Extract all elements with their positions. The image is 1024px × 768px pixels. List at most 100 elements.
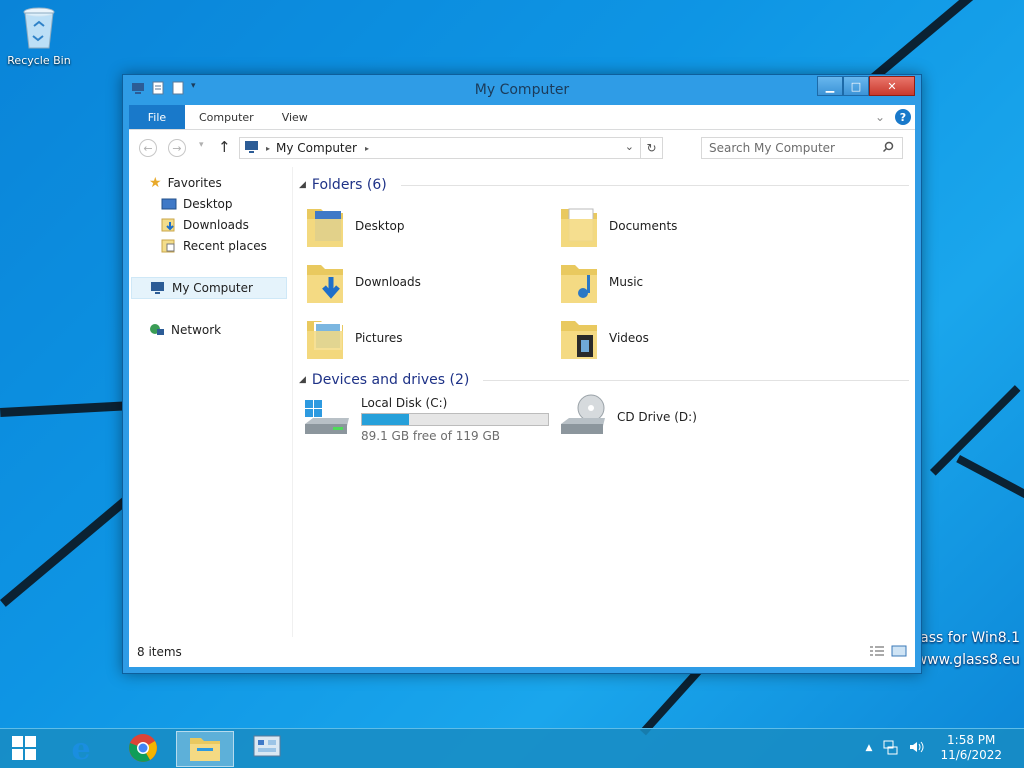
taskbar-chrome[interactable] bbox=[114, 731, 172, 767]
star-icon: ★ bbox=[149, 175, 162, 191]
search-input[interactable]: Search My Computer bbox=[701, 137, 903, 159]
folder-pictures[interactable]: Pictures bbox=[305, 315, 403, 361]
ribbon-tabs: File Computer View ⌄ ? bbox=[129, 105, 915, 130]
local-disk-drive-icon bbox=[303, 398, 351, 441]
computer-address-icon bbox=[244, 140, 260, 157]
navigation-bar: ← → ▾ ↑ ▸ My Computer ▸ ⌄ ↻ Search My Co… bbox=[129, 130, 915, 166]
tab-view[interactable]: View bbox=[268, 105, 322, 129]
nav-desktop-label: Desktop bbox=[183, 197, 233, 211]
folder-videos-label: Videos bbox=[609, 331, 649, 345]
nav-favorites-label: Favorites bbox=[167, 176, 222, 190]
recycle-bin-label: Recycle Bin bbox=[7, 54, 71, 67]
folder-pictures-label: Pictures bbox=[355, 331, 403, 345]
nav-network-label: Network bbox=[171, 323, 222, 337]
drive-cd[interactable]: CD Drive (D:) bbox=[559, 392, 697, 441]
folder-documents-label: Documents bbox=[609, 219, 678, 233]
navigation-pane: ★ Favorites Desktop Downloads Recent pla… bbox=[129, 167, 293, 637]
maximize-button[interactable]: □ bbox=[843, 76, 869, 96]
network-icon bbox=[149, 323, 165, 337]
search-icon[interactable] bbox=[882, 141, 894, 156]
devices-group-header[interactable]: ◢ Devices and drives (2) bbox=[299, 372, 909, 388]
help-icon[interactable]: ? bbox=[895, 109, 911, 125]
folder-documents[interactable]: Documents bbox=[559, 203, 677, 249]
wallpaper-beam bbox=[956, 455, 1024, 505]
nav-favorites[interactable]: ★ Favorites bbox=[149, 173, 222, 193]
start-button[interactable] bbox=[0, 731, 48, 767]
nav-my-computer[interactable]: My Computer bbox=[131, 277, 287, 299]
show-hidden-icons-icon[interactable]: ▲ bbox=[866, 743, 873, 753]
breadcrumb-chevron-icon[interactable]: ▸ bbox=[365, 144, 369, 153]
minimize-button[interactable]: ▁ bbox=[817, 76, 843, 96]
content-pane: ◢ Folders (6) Desktop Documents Download… bbox=[295, 167, 915, 637]
folder-downloads[interactable]: Downloads bbox=[305, 259, 421, 305]
address-history-dropdown-icon[interactable]: ⌄ bbox=[625, 140, 634, 153]
cd-drive-label: CD Drive (D:) bbox=[617, 409, 697, 424]
collapse-triangle-icon: ◢ bbox=[299, 180, 306, 190]
folder-desktop[interactable]: Desktop bbox=[305, 203, 405, 249]
nav-desktop[interactable]: Desktop bbox=[161, 194, 233, 214]
window-title: My Computer bbox=[474, 82, 570, 98]
details-view-icon[interactable] bbox=[869, 645, 885, 660]
nav-my-computer-label: My Computer bbox=[172, 281, 253, 295]
folder-music[interactable]: Music bbox=[559, 259, 643, 305]
nav-network[interactable]: Network bbox=[149, 320, 221, 340]
forward-arrow-icon[interactable]: → bbox=[168, 139, 186, 157]
explorer-window: ▾ My Computer ▁ □ ✕ File Computer View ⌄… bbox=[122, 74, 922, 674]
desktop-icon bbox=[161, 197, 177, 211]
network-status-icon[interactable] bbox=[882, 739, 898, 758]
folder-videos[interactable]: Videos bbox=[559, 315, 649, 361]
up-arrow-icon[interactable]: ↑ bbox=[218, 138, 231, 156]
system-tray: ▲ 1:58 PM 11/6/2022 bbox=[866, 733, 1002, 763]
local-disk-usage-bar bbox=[361, 413, 549, 426]
windows-logo-icon bbox=[11, 735, 37, 764]
breadcrumb-my-computer[interactable]: My Computer bbox=[276, 141, 357, 155]
clock[interactable]: 1:58 PM 11/6/2022 bbox=[940, 733, 1002, 763]
volume-icon[interactable] bbox=[908, 739, 924, 758]
local-disk-usage-fill bbox=[362, 414, 409, 425]
devices-header-label: Devices and drives (2) bbox=[311, 372, 470, 388]
watermark-line1: lass for Win8.1 bbox=[916, 630, 1020, 646]
recent-locations-dropdown-icon[interactable]: ▾ bbox=[199, 140, 204, 150]
title-bar[interactable]: ▾ My Computer ▁ □ ✕ bbox=[123, 75, 921, 105]
refresh-icon[interactable]: ↻ bbox=[640, 138, 662, 158]
search-placeholder: Search My Computer bbox=[709, 141, 835, 155]
large-icons-view-icon[interactable] bbox=[891, 645, 907, 660]
recycle-bin-icon bbox=[22, 6, 56, 50]
documents-folder-icon bbox=[559, 203, 599, 249]
music-folder-icon bbox=[559, 259, 599, 305]
folders-header-label: Folders (6) bbox=[311, 177, 387, 193]
file-explorer-icon bbox=[189, 734, 221, 765]
local-disk-label: Local Disk (C:) bbox=[361, 396, 448, 410]
desktop-folder-icon bbox=[305, 203, 345, 249]
breadcrumb-separator-icon[interactable]: ▸ bbox=[266, 144, 270, 153]
status-bar: 8 items bbox=[129, 637, 915, 667]
address-bar[interactable]: ▸ My Computer ▸ ⌄ ↻ bbox=[239, 137, 663, 159]
taskbar-internet-explorer[interactable]: e bbox=[52, 731, 110, 767]
folders-group-header[interactable]: ◢ Folders (6) bbox=[299, 177, 909, 193]
expand-ribbon-chevron-icon[interactable]: ⌄ bbox=[875, 110, 885, 124]
watermark-line2: www.glass8.eu bbox=[915, 652, 1020, 668]
downloads-icon bbox=[161, 218, 177, 232]
item-count: 8 items bbox=[137, 645, 182, 659]
nav-downloads[interactable]: Downloads bbox=[161, 215, 249, 235]
local-disk-free-space: 89.1 GB free of 119 GB bbox=[361, 429, 500, 443]
drive-local-disk[interactable]: Local Disk (C:) 89.1 GB free of 119 GB bbox=[303, 396, 549, 443]
folder-downloads-label: Downloads bbox=[355, 275, 421, 289]
nav-recent-places[interactable]: Recent places bbox=[161, 236, 267, 256]
chrome-icon bbox=[128, 733, 158, 766]
close-button[interactable]: ✕ bbox=[869, 76, 915, 96]
downloads-folder-icon bbox=[305, 259, 345, 305]
tab-computer[interactable]: Computer bbox=[185, 105, 268, 129]
tab-file[interactable]: File bbox=[129, 105, 185, 129]
nav-recent-places-label: Recent places bbox=[183, 239, 267, 253]
taskbar-file-explorer[interactable] bbox=[176, 731, 234, 767]
clock-date: 11/6/2022 bbox=[940, 748, 1002, 762]
internet-explorer-icon: e bbox=[71, 731, 91, 767]
taskbar-control-panel[interactable] bbox=[238, 731, 296, 767]
taskbar: e ▲ 1:58 PM 11/6/2022 bbox=[0, 728, 1024, 768]
cd-drive-icon bbox=[559, 392, 607, 441]
folder-music-label: Music bbox=[609, 275, 644, 289]
recycle-bin-desktop-icon[interactable]: Recycle Bin bbox=[6, 6, 72, 67]
back-arrow-icon[interactable]: ← bbox=[139, 139, 157, 157]
pictures-folder-icon bbox=[305, 315, 345, 361]
